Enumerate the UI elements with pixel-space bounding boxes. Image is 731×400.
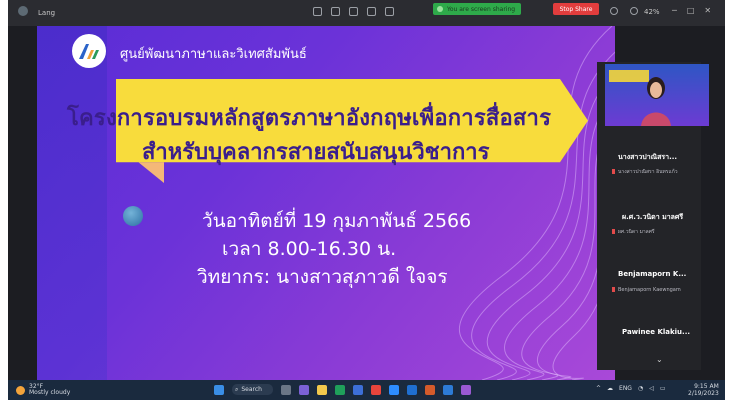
- date-line: วันอาทิตย์ที่ 19 กุมภาพันธ์ 2566: [202, 210, 472, 232]
- participant-name[interactable]: Benjamaporn K...: [618, 270, 686, 278]
- close-icon[interactable]: ✕: [704, 6, 711, 15]
- window-controls: ─ □ ✕: [672, 6, 711, 15]
- clock[interactable]: 9:15 AM 2/19/2023: [688, 383, 719, 397]
- stop-share-button[interactable]: Stop Share: [553, 3, 599, 15]
- mic-muted-icon: [612, 287, 615, 292]
- sharing-dot-icon: [437, 6, 443, 12]
- right-tool-icons: [610, 7, 638, 15]
- shape-icon[interactable]: [367, 7, 376, 16]
- speaker-line: วิทยากร: นางสาวสุภาวดี ใจจร: [197, 266, 448, 288]
- task-view-icon[interactable]: [281, 384, 291, 395]
- windows-taskbar: 32°F Mostly cloudy ⌕ Search ^ ☁ ENG ◔ ◁ ▭…: [8, 380, 725, 400]
- window-title: Lang: [38, 9, 56, 17]
- logo-mark-icon: [79, 44, 99, 59]
- grid-icon[interactable]: [385, 7, 394, 16]
- time-line: เวลา 8.00-16.30 น.: [222, 238, 397, 260]
- app-icon-extra[interactable]: [461, 384, 471, 395]
- participant-person: [641, 77, 671, 126]
- participant-video[interactable]: [605, 64, 709, 126]
- shared-slide: ศูนย์พัฒนาภาษาและวิเทศสัมพันธ์ โครงการอบ…: [37, 26, 615, 380]
- mic-muted-icon: [612, 169, 615, 174]
- system-tray: ^ ☁ ENG ◔ ◁ ▭: [596, 385, 666, 392]
- search-icon: ⌕: [235, 385, 239, 393]
- zoom-title-bar: Lang You are screen sharing Stop Share 4…: [8, 0, 725, 26]
- participant-subname: ผศ.วนิดา มาลศรี: [612, 228, 655, 236]
- center-logo: [72, 34, 106, 68]
- chevron-up-icon[interactable]: ^: [596, 385, 601, 392]
- screen-sharing-indicator: You are screen sharing: [433, 3, 522, 15]
- participant-subname: Benjamaporn Kaewngam: [612, 287, 681, 293]
- windows-start-icon[interactable]: [214, 384, 224, 395]
- file-explorer-icon[interactable]: [317, 384, 327, 395]
- language-indicator[interactable]: ENG: [619, 385, 632, 392]
- chevron-down-icon[interactable]: ⌄: [656, 355, 663, 364]
- wifi-icon[interactable]: ◔: [638, 385, 643, 392]
- weather-text: Mostly cloudy: [29, 389, 71, 396]
- participant-name[interactable]: ผ.ศ.ว.วนิดา มาลศรี: [622, 212, 683, 223]
- slide-title-line2: สำหรับบุคลากรสายสนับสนุนวิชาการ: [142, 140, 490, 165]
- participant-name[interactable]: นางสาวปาณิสรา...: [618, 152, 677, 163]
- copy-icon[interactable]: [349, 7, 358, 16]
- store-icon[interactable]: [353, 384, 363, 395]
- participant-subname: นางสาวปาณิสรา อินทรแก้ว: [612, 168, 678, 176]
- close-circle-icon[interactable]: [630, 7, 638, 15]
- cloud-icon[interactable]: ☁: [607, 385, 613, 392]
- info-icon[interactable]: [610, 7, 618, 15]
- center-name: ศูนย์พัฒนาภาษาและวิเทศสัมพันธ์: [120, 47, 307, 62]
- mail-icon[interactable]: [443, 384, 453, 395]
- battery-icon[interactable]: ▭: [660, 385, 666, 392]
- participant-name[interactable]: Pawinee Klakiu...: [622, 328, 690, 336]
- taskbar-apps: ⌕ Search: [214, 384, 471, 395]
- clock-date: 2/19/2023: [688, 390, 719, 397]
- pointer-icon[interactable]: [331, 7, 340, 16]
- toolbar-icons: [313, 7, 394, 16]
- mic-muted-icon: [612, 229, 615, 234]
- chrome-icon[interactable]: [371, 384, 381, 395]
- minimize-icon[interactable]: ─: [672, 6, 677, 15]
- edge-icon[interactable]: [335, 384, 345, 395]
- pen-icon[interactable]: [313, 7, 322, 16]
- search-box[interactable]: ⌕ Search: [232, 384, 273, 395]
- word-icon[interactable]: [407, 384, 417, 395]
- zoom-level[interactable]: 42%: [644, 8, 660, 16]
- weather-icon: [16, 385, 25, 395]
- app-icon: [18, 6, 28, 16]
- teams-icon[interactable]: [299, 384, 309, 395]
- decorative-bubble: [123, 206, 143, 226]
- powerpoint-icon[interactable]: [425, 384, 435, 395]
- sharing-label: You are screen sharing: [447, 5, 516, 13]
- clock-time: 9:15 AM: [694, 383, 719, 390]
- maximize-icon[interactable]: □: [687, 6, 695, 15]
- zoom-app-icon[interactable]: [389, 384, 399, 395]
- weather-widget[interactable]: 32°F Mostly cloudy: [16, 384, 70, 396]
- slide-title-line1: โครงการอบรมหลักสูตรภาษาอังกฤษเพื่อการสื่…: [67, 106, 552, 131]
- volume-icon[interactable]: ◁: [649, 385, 654, 392]
